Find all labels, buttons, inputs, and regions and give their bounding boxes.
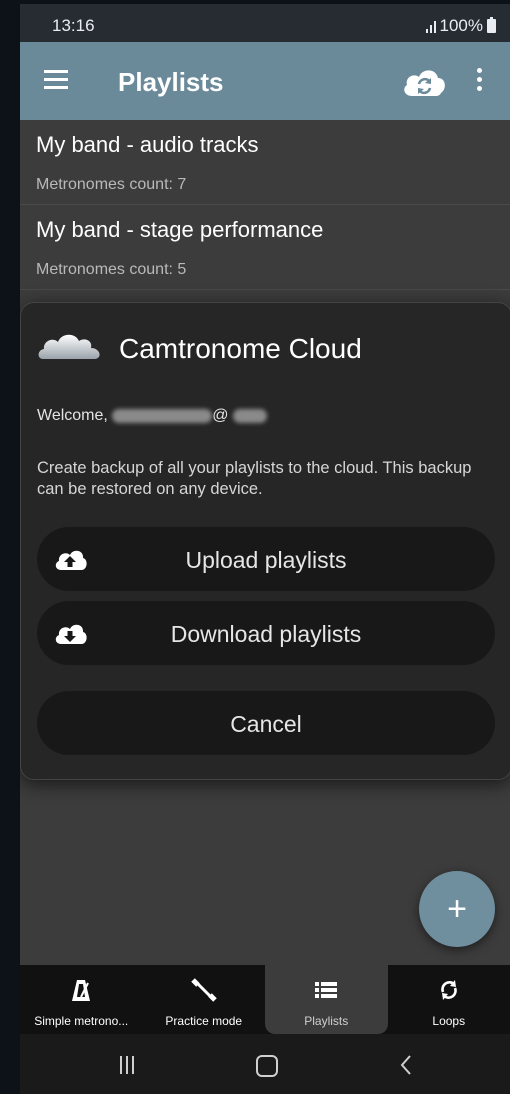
metronome-icon xyxy=(72,980,91,1001)
page-title: Playlists xyxy=(118,67,224,97)
nav-label: Playlists xyxy=(304,1014,349,1028)
battery-icon xyxy=(487,17,496,33)
download-label: Download playlists xyxy=(170,621,362,647)
cloud-icon xyxy=(38,334,100,359)
status-time: 13:16 xyxy=(52,16,95,35)
email-at-sign: @ xyxy=(212,407,229,424)
list-item[interactable]: My band - audio tracks Metronomes count:… xyxy=(20,120,510,205)
playlist-name: My band - stage performance xyxy=(36,217,324,242)
cloud-dialog: Camtronome Cloud Welcome, @ Create backu… xyxy=(20,302,510,780)
dialog-description: Create backup of all your playlists to t… xyxy=(37,459,472,498)
upload-label: Upload playlists xyxy=(185,547,347,573)
back-icon[interactable] xyxy=(398,1054,414,1076)
nav-loops[interactable]: Loops xyxy=(388,965,510,1034)
app-screen: 13:16 100% Playlists My band - audio tra… xyxy=(20,4,510,1094)
nav-label: Practice mode xyxy=(165,1014,243,1028)
list-icon xyxy=(315,982,338,998)
system-navigation-bar xyxy=(20,1034,510,1094)
nav-simple-metronome[interactable]: Simple metrono... xyxy=(20,965,143,1034)
practice-mode-icon xyxy=(191,978,217,1002)
redacted-email-domain xyxy=(233,408,267,423)
cancel-button[interactable]: Cancel xyxy=(37,691,495,755)
nav-label: Loops xyxy=(432,1014,466,1028)
cloud-sync-icon[interactable] xyxy=(400,64,448,98)
welcome-prefix: Welcome, xyxy=(37,407,108,424)
nav-playlists[interactable]: Playlists xyxy=(265,965,388,1034)
home-icon[interactable] xyxy=(256,1055,278,1077)
list-item[interactable]: My band - stage performance Metronomes c… xyxy=(20,205,510,290)
welcome-text: Welcome, @ xyxy=(37,407,267,425)
app-toolbar: Playlists xyxy=(20,42,510,120)
playlist-count: Metronomes count: 5 xyxy=(36,261,187,278)
signal-icon xyxy=(425,20,436,33)
hamburger-menu-icon[interactable] xyxy=(44,70,70,90)
status-bar: 13:16 100% xyxy=(20,4,510,42)
upload-playlists-button[interactable]: Upload playlists xyxy=(37,527,495,591)
battery-percent: 100% xyxy=(439,16,483,35)
loop-icon xyxy=(440,980,457,1000)
add-playlist-fab[interactable]: + xyxy=(419,871,495,947)
cancel-label: Cancel xyxy=(230,711,302,737)
nav-label: Simple metrono... xyxy=(34,1014,129,1028)
bottom-navigation: Simple metrono... Practice mode Playlist… xyxy=(20,965,510,1034)
status-right: 100% xyxy=(425,16,496,36)
redacted-email-user xyxy=(112,408,213,423)
dialog-title: Camtronome Cloud xyxy=(119,333,362,364)
playlist-list: My band - audio tracks Metronomes count:… xyxy=(20,120,510,290)
download-playlists-button[interactable]: Download playlists xyxy=(37,601,495,665)
playlist-count: Metronomes count: 7 xyxy=(36,176,187,193)
recents-icon[interactable] xyxy=(120,1056,138,1074)
more-options-icon[interactable] xyxy=(476,68,484,94)
nav-practice-mode[interactable]: Practice mode xyxy=(143,965,266,1034)
playlist-name: My band - audio tracks xyxy=(36,132,259,157)
